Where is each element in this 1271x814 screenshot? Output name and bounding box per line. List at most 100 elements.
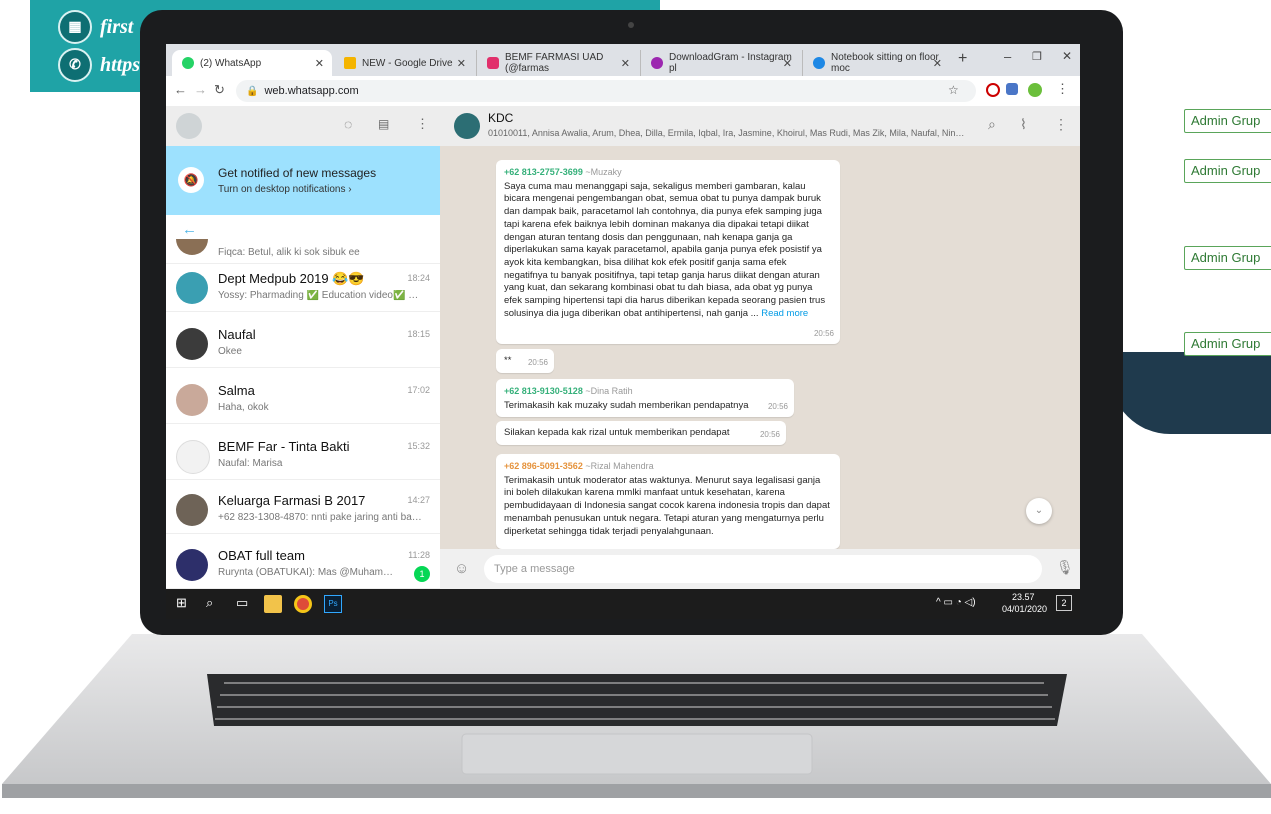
close-icon[interactable]: ✕ — [621, 57, 630, 70]
notification-title: Get notified of new messages — [218, 166, 377, 180]
scroll-down-button[interactable]: ⌄ — [1026, 498, 1052, 524]
search-icon[interactable]: ⌕ — [988, 116, 996, 133]
close-icon[interactable]: ✕ — [933, 57, 942, 70]
chat-time: 18:24 — [407, 273, 430, 283]
message-bubble[interactable]: Silakan kepada kak rizal untuk memberika… — [496, 421, 786, 445]
clock-time: 23.57 — [1012, 592, 1035, 602]
notification-banner[interactable]: 🔕 Get notified of new messages Turn on d… — [166, 146, 440, 215]
clock-date: 04/01/2020 — [1002, 604, 1048, 614]
message-sender: +62 896-5091-3562 ~Rizal Mahendra — [504, 461, 654, 471]
avatar — [176, 440, 210, 474]
notification-link[interactable]: Turn on desktop notifications › — [218, 184, 352, 195]
read-more-link[interactable]: Read more — [761, 308, 808, 319]
chat-name: Naufal — [218, 327, 256, 342]
admin-grup-label: Admin Grup — [1184, 109, 1271, 133]
close-icon[interactable]: ✕ — [457, 57, 466, 70]
lock-icon: 🔒 — [246, 85, 259, 97]
minimize-button[interactable]: – — [1004, 49, 1011, 64]
message-text: Silakan kepada kak rizal untuk memberika… — [504, 427, 730, 438]
instagram-favicon-icon — [487, 57, 499, 69]
task-view-icon[interactable]: ▭ — [236, 595, 254, 613]
avatar — [176, 494, 208, 526]
extension-icon[interactable] — [1006, 83, 1018, 95]
url-bar[interactable]: 🔒 web.whatsapp.com — [236, 80, 976, 102]
tab-whatsapp[interactable]: (2) WhatsApp ✕ — [172, 50, 332, 76]
file-explorer-icon[interactable] — [264, 595, 282, 613]
banner-row-whatsapp: ✆ https — [58, 48, 140, 82]
menu-icon[interactable]: ⋮ — [416, 116, 429, 132]
tab-downloadgram[interactable]: DownloadGram - Instagram pl ✕ — [640, 50, 800, 76]
tab-label: NEW - Google Drive — [362, 57, 453, 69]
maximize-button[interactable]: ❐ — [1032, 50, 1042, 63]
background-dark-shape — [1110, 352, 1271, 434]
close-icon[interactable]: ✕ — [783, 57, 792, 70]
reload-icon[interactable]: ↻ — [214, 82, 225, 98]
message-text: Saya cuma mau menanggapi saja, sekaligus… — [504, 180, 826, 319]
message-bubble[interactable]: +62 813-2757-3699 ~Muzaky Saya cuma mau … — [496, 160, 840, 344]
chat-time: 15:32 — [407, 441, 430, 451]
back-icon[interactable]: ← — [174, 82, 187, 97]
message-bubble[interactable]: +62 813-9130-5128 ~Dina Ratih Terimakasi… — [496, 379, 794, 417]
tab-google-drive[interactable]: NEW - Google Drive ✕ — [334, 50, 474, 76]
microphone-icon[interactable]: 🎙 — [1056, 559, 1074, 576]
chat-item-keluarga-farmasi[interactable]: Keluarga Farmasi B 2017 +62 823-1308-487… — [166, 486, 440, 534]
back-arrow-icon[interactable]: ← — [182, 221, 197, 238]
forward-icon[interactable]: → — [194, 82, 207, 97]
chat-preview: Fiqca: Betul, alik ki sok sibuk ee — [218, 247, 360, 258]
banner-text-first: first — [100, 15, 134, 38]
laptop-screen: (2) WhatsApp ✕ NEW - Google Drive ✕ BEMF… — [166, 44, 1080, 619]
chat-item-naufal[interactable]: Naufal Okee 18:15 — [166, 320, 440, 368]
message-bubble[interactable]: ** 20:56 — [496, 349, 554, 373]
chat-time: 11:28 — [408, 550, 430, 560]
search-icon[interactable]: ⌕ — [206, 595, 224, 613]
tab-notebook[interactable]: Notebook sitting on floor moc ✕ — [802, 50, 950, 76]
message-placeholder: Type a message — [494, 563, 575, 575]
admin-grup-label: Admin Grup — [1184, 159, 1271, 183]
group-avatar[interactable] — [454, 113, 480, 139]
close-icon[interactable]: ✕ — [315, 57, 324, 70]
laptop-base — [2, 634, 1271, 798]
message-input[interactable]: Type a message — [484, 555, 1042, 583]
message-text: Terimakasih kak muzaky sudah memberikan … — [504, 399, 749, 411]
chat-item-salma[interactable]: Salma Haha, okok 17:02 — [166, 376, 440, 424]
avatar — [176, 328, 208, 360]
message-bubble[interactable]: +62 896-5091-3562 ~Rizal Mahendra Terima… — [496, 454, 840, 549]
chrome-icon[interactable] — [294, 595, 312, 613]
tab-instagram[interactable]: BEMF FARMASI UAD (@farmas ✕ — [476, 50, 638, 76]
new-chat-icon[interactable]: ▤ — [378, 117, 389, 131]
new-tab-button[interactable]: + — [958, 50, 967, 68]
message-text: ** — [504, 355, 512, 366]
group-members: 01010011, Annisa Awalia, Arum, Dhea, Dil… — [488, 128, 968, 138]
conversation-panel: KDC 01010011, Annisa Awalia, Arum, Dhea,… — [440, 106, 1080, 589]
banner-row-calendar: ▦ first — [58, 10, 133, 44]
chat-item-partial[interactable]: Fiqca: Betul, alik ki sok sibuk ee — [166, 239, 440, 264]
whatsapp-favicon-icon — [182, 57, 194, 69]
admin-grup-label: Admin Grup — [1184, 246, 1271, 270]
status-icon[interactable]: ◌ — [344, 116, 352, 132]
group-name: KDC — [488, 111, 514, 125]
chat-preview: Naufal: Marisa — [218, 458, 283, 469]
chat-item-dept-medpub[interactable]: Dept Medpub 2019 😂😎 Yossy: Pharmading ✅ … — [166, 264, 440, 312]
chat-preview: Yossy: Pharmading ✅ Education video✅ E B… — [218, 290, 423, 301]
window-close-button[interactable]: ✕ — [1062, 49, 1072, 63]
attach-icon[interactable]: ⌇ — [1020, 116, 1027, 133]
message-time: 20:56 — [527, 358, 548, 368]
profile-avatar-icon[interactable] — [1028, 83, 1042, 97]
unread-badge: 1 — [414, 566, 430, 582]
menu-icon[interactable]: ⋮ — [1054, 116, 1068, 133]
my-avatar[interactable] — [176, 113, 202, 139]
conversation-header[interactable]: KDC 01010011, Annisa Awalia, Arum, Dhea,… — [440, 106, 1080, 146]
system-tray-icons[interactable]: ^ ▭ ◔ ◁) — [936, 597, 976, 608]
photoshop-icon[interactable]: Ps — [324, 595, 342, 613]
windows-start-icon[interactable]: ⊞ — [176, 595, 194, 613]
downloadgram-favicon-icon — [651, 57, 663, 69]
emoji-icon[interactable]: ☺ — [454, 560, 469, 577]
bookmark-star-icon[interactable]: ☆ — [948, 83, 959, 97]
chat-item-obat-full-team[interactable]: OBAT full team Rurynta (OBATUKAI): Mas @… — [166, 541, 440, 589]
notification-center-icon[interactable]: 2 — [1056, 595, 1072, 611]
whatsapp-icon: ✆ — [58, 48, 92, 82]
opera-extension-icon[interactable] — [986, 83, 1000, 97]
chrome-menu-icon[interactable]: ⋮ — [1056, 81, 1069, 97]
chat-item-bemf-tinta-bakti[interactable]: BEMF Far - Tinta Bakti Naufal: Marisa 15… — [166, 432, 440, 480]
chat-preview: Rurynta (OBATUKAI): Mas @Muhammad F... — [218, 567, 398, 578]
